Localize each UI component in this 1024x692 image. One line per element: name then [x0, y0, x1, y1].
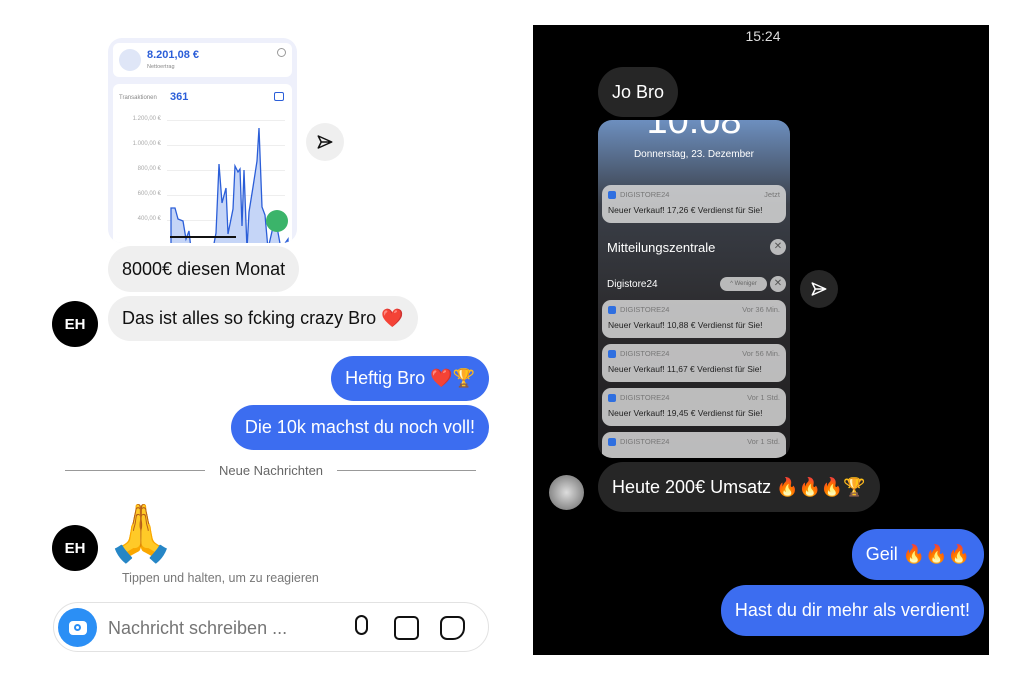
- notif-text: Neuer Verkauf! 19,45 € Verdienst für Sie…: [608, 408, 763, 419]
- lock-time: 10:08: [646, 120, 742, 142]
- notif-app: DIGISTORE24: [608, 393, 669, 402]
- lock-date: Donnerstag, 23. Dezember: [633, 149, 755, 160]
- message-bubble[interactable]: Die 10k machst du noch voll!: [230, 405, 489, 450]
- status-time: 15:24: [745, 28, 781, 44]
- message-bubble[interactable]: Jo Bro: [598, 67, 679, 117]
- send-icon: [317, 135, 333, 149]
- divider-line: [337, 470, 476, 471]
- group-title: Digistore24: [607, 279, 658, 290]
- share-button[interactable]: [306, 123, 344, 161]
- camera-button[interactable]: [58, 608, 97, 647]
- gallery-icon[interactable]: [394, 616, 419, 640]
- microphone-icon[interactable]: [355, 615, 368, 635]
- share-button[interactable]: [800, 270, 838, 308]
- net-label: Nettoertrag: [147, 64, 175, 70]
- send-icon: [811, 282, 827, 296]
- notif-time: Jetzt: [764, 190, 780, 199]
- net-amount: 8.201,08 €: [147, 49, 199, 61]
- sticker-icon[interactable]: [440, 616, 465, 640]
- message-composer: [53, 602, 489, 652]
- show-less-label: Weniger: [734, 281, 757, 287]
- react-hint: Tippen und halten, um zu reagieren: [122, 571, 319, 585]
- shared-screenshot-earnings[interactable]: 8.201,08 € Nettoertrag Transaktionen 361…: [108, 38, 297, 243]
- close-icon[interactable]: ✕: [770, 276, 786, 292]
- message-bubble[interactable]: Heute 200€ Umsatz 🔥🔥🔥🏆: [598, 462, 880, 512]
- notification-center-title: Mitteilungszentrale: [607, 240, 716, 255]
- message-bubble[interactable]: 8000€ diesen Monat: [108, 246, 300, 292]
- close-icon[interactable]: ✕: [770, 239, 786, 255]
- show-less-button[interactable]: ^ Weniger: [720, 277, 767, 291]
- message-bubble[interactable]: Hast du dir mehr als verdient!: [720, 585, 984, 636]
- notif-text: Neuer Verkauf! 10,88 € Verdienst für Sie…: [608, 320, 763, 331]
- avatar[interactable]: [549, 475, 584, 510]
- info-icon: [277, 48, 286, 57]
- notif-app: DIGISTORE24: [608, 190, 669, 199]
- new-messages-divider: Neue Nachrichten: [218, 463, 324, 478]
- message-bubble[interactable]: Heftig Bro ❤️🏆: [331, 356, 489, 401]
- notif-app: DIGISTORE24: [608, 305, 669, 314]
- scroll-indicator: [170, 236, 236, 238]
- notif-time: Vor 1 Std.: [747, 437, 780, 446]
- shared-screenshot-lockscreen[interactable]: 10:08 Donnerstag, 23. Dezember DIGISTORE…: [598, 120, 790, 458]
- notif-text: Neuer Verkauf! 17,26 € Verdienst für Sie…: [608, 205, 763, 216]
- wallet-icon: [119, 49, 141, 71]
- emoji-message[interactable]: 🙏: [106, 498, 176, 568]
- right-chat: 15:24 Jo Bro 10:08 Donnerstag, 23. Dezem…: [533, 25, 989, 655]
- message-bubble[interactable]: Geil 🔥🔥🔥: [851, 529, 984, 580]
- chat-widget-icon: [266, 210, 288, 232]
- notif-text: Neuer Verkauf! 11,67 € Verdienst für Sie…: [608, 364, 762, 375]
- message-bubble[interactable]: Das ist alles so fcking crazy Bro ❤️: [108, 296, 418, 341]
- message-input[interactable]: [108, 615, 338, 641]
- notif-time: Vor 56 Min.: [742, 349, 780, 358]
- notif-app: DIGISTORE24: [608, 349, 669, 358]
- avatar[interactable]: EH: [52, 525, 98, 571]
- notif-app: DIGISTORE24: [608, 437, 669, 446]
- notif-time: Vor 1 Std.: [747, 393, 780, 402]
- avatar[interactable]: EH: [52, 301, 98, 347]
- divider-line: [65, 470, 205, 471]
- notif-time: Vor 36 Min.: [742, 305, 780, 314]
- camera-icon: [68, 620, 87, 635]
